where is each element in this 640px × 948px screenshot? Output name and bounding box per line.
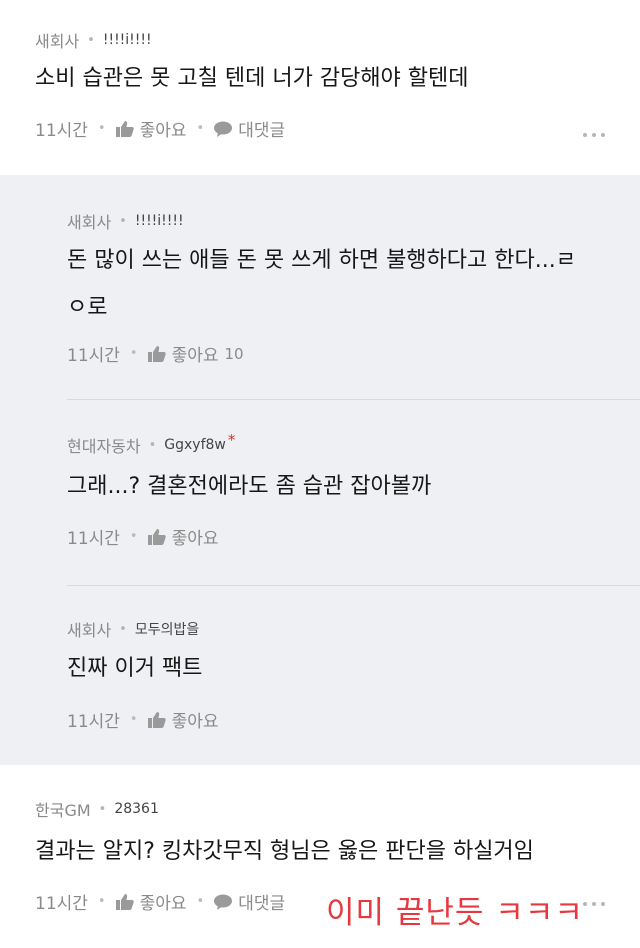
separator-dot: • bbox=[148, 437, 157, 453]
company-name[interactable]: 현대자동차 bbox=[67, 433, 141, 457]
company-name[interactable]: 새회사 bbox=[67, 617, 111, 641]
speech-bubble-icon bbox=[214, 121, 233, 137]
comment-2-text: 돈 많이 쓰는 애들 돈 못 쓰게 하면 불행하다고 한다...ㄹ ㅇ로 bbox=[67, 242, 576, 326]
timestamp: 11시간 bbox=[35, 894, 88, 914]
separator-dot: • bbox=[97, 894, 106, 909]
comment-4-actions: 11시간 • 좋아요 bbox=[67, 707, 219, 732]
comment-1-text: 소비 습관은 못 고칠 텐데 너가 감당해야 할텐데 bbox=[35, 60, 469, 97]
like-button[interactable]: 좋아요 bbox=[115, 116, 187, 141]
reply-button[interactable]: 대댓글 bbox=[214, 889, 285, 914]
separator-dot: • bbox=[119, 621, 127, 637]
thumbs-up-icon bbox=[147, 345, 166, 362]
more-dots-icon[interactable] bbox=[583, 902, 605, 906]
comment-2-meta: 새회사 • !!!!i!!!! bbox=[67, 209, 184, 233]
like-button[interactable]: 좋아요 bbox=[147, 707, 219, 732]
nickname[interactable]: Ggxyf8w bbox=[164, 437, 226, 453]
comment-4-meta: 새회사 • 모두의밥을 bbox=[67, 617, 199, 641]
reply-button[interactable]: 대댓글 bbox=[214, 116, 285, 141]
comment-5-meta: 한국GM • 28361 bbox=[35, 797, 159, 821]
reply-label: 대댓글 bbox=[238, 894, 286, 914]
overlay-caption: 이미 끝난듯 ㅋㅋㅋ bbox=[326, 895, 584, 931]
thumbs-up-icon bbox=[115, 120, 134, 137]
divider bbox=[67, 399, 640, 400]
timestamp: 11시간 bbox=[35, 121, 88, 141]
like-label: 좋아요 bbox=[171, 529, 219, 549]
nickname[interactable]: 28361 bbox=[114, 801, 159, 817]
like-label: 좋아요 bbox=[171, 712, 219, 732]
author-star: * bbox=[227, 431, 236, 449]
like-count: 10 bbox=[224, 344, 244, 363]
reply-label: 대댓글 bbox=[238, 121, 286, 141]
more-dots-icon[interactable] bbox=[583, 133, 605, 137]
comment-1-meta: 새회사 • !!!!i!!!! bbox=[35, 28, 152, 52]
comment-4-text: 진짜 이거 팩트 bbox=[67, 650, 202, 687]
nickname[interactable]: !!!!i!!!! bbox=[103, 32, 152, 48]
comment-3-meta: 현대자동차 • Ggxyf8w * bbox=[67, 431, 236, 457]
separator-dot: • bbox=[87, 32, 95, 48]
timestamp: 11시간 bbox=[67, 712, 120, 732]
separator-dot: • bbox=[129, 712, 138, 727]
separator-dot: • bbox=[196, 894, 205, 909]
timestamp: 11시간 bbox=[67, 346, 120, 366]
like-button[interactable]: 좋아요 10 bbox=[147, 341, 244, 366]
company-name[interactable]: 새회사 bbox=[35, 28, 79, 52]
comment-5-actions: 11시간 • 좋아요 • 대댓글 bbox=[35, 889, 285, 914]
thumbs-up-icon bbox=[115, 893, 134, 910]
timestamp: 11시간 bbox=[67, 529, 120, 549]
like-label: 좋아요 bbox=[139, 121, 187, 141]
like-button[interactable]: 좋아요 bbox=[147, 524, 219, 549]
comment-line: 돈 많이 쓰는 애들 돈 못 쓰게 하면 불행하다고 한다...ㄹ bbox=[67, 248, 576, 273]
speech-bubble-icon bbox=[214, 894, 233, 910]
divider bbox=[67, 585, 640, 586]
nickname[interactable]: 모두의밥을 bbox=[135, 619, 199, 639]
comment-line: 진짜 이거 팩트 bbox=[67, 656, 203, 681]
company-name[interactable]: 한국GM bbox=[35, 797, 91, 821]
separator-dot: • bbox=[129, 529, 138, 544]
company-name[interactable]: 새회사 bbox=[67, 209, 111, 233]
comment-line: 결과는 알지? 킹차갓무직 형님은 옳은 판단을 하실거임 bbox=[35, 839, 534, 864]
comment-3-actions: 11시간 • 좋아요 bbox=[67, 524, 219, 549]
comment-2-actions: 11시간 • 좋아요 10 bbox=[67, 341, 244, 367]
like-button[interactable]: 좋아요 bbox=[115, 889, 187, 914]
separator-dot: • bbox=[129, 346, 138, 361]
comment-5-text: 결과는 알지? 킹차갓무직 형님은 옳은 판단을 하실거임 bbox=[35, 833, 534, 870]
comment-1-actions: 11시간 • 좋아요 • 대댓글 bbox=[35, 116, 285, 141]
separator-dot: • bbox=[196, 121, 205, 136]
separator-dot: • bbox=[98, 801, 107, 817]
separator-dot: • bbox=[119, 213, 127, 229]
thumbs-up-icon bbox=[147, 528, 166, 545]
like-label: 좋아요 bbox=[139, 894, 187, 914]
like-label: 좋아요 bbox=[171, 346, 219, 366]
comment-line: ㅇ로 bbox=[67, 295, 108, 320]
comment-line: 그래...? 결혼전에라도 좀 습관 잡아볼까 bbox=[67, 474, 432, 499]
separator-dot: • bbox=[97, 121, 106, 136]
thumbs-up-icon bbox=[147, 711, 166, 728]
comment-3-text: 그래...? 결혼전에라도 좀 습관 잡아볼까 bbox=[67, 468, 431, 505]
nickname[interactable]: !!!!i!!!! bbox=[135, 213, 184, 229]
comment-line: 소비 습관은 못 고칠 텐데 너가 감당해야 할텐데 bbox=[35, 66, 469, 91]
